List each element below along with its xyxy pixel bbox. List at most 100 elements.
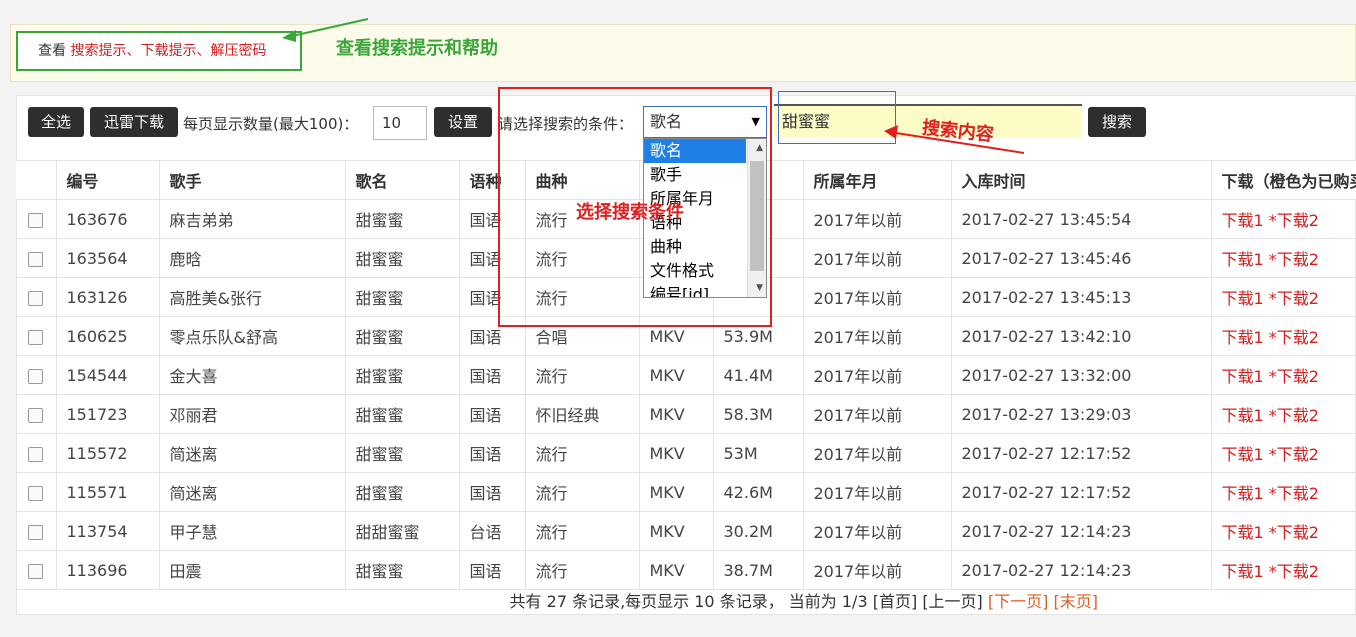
cell-genre: 流行 (525, 433, 640, 473)
table-row: 151723 邓丽君 甜蜜蜜 国语 怀旧经典 MKV 58.3M 2017年以前 2017-02… (16, 394, 1356, 434)
row-checkbox[interactable] (28, 212, 44, 228)
row-checkbox-cell (16, 277, 57, 317)
download-1-link[interactable]: 下载1 (1222, 289, 1264, 308)
cell-year-month: 2017年以前 (803, 472, 952, 512)
cell-singer: 高胜美&张行 (159, 277, 346, 317)
select-all-button[interactable]: 全选 (28, 107, 84, 137)
download-2-link[interactable]: *下载2 (1269, 328, 1319, 347)
help-links[interactable]: 搜索提示、下载提示、解压密码 (70, 43, 266, 59)
search-button[interactable]: 搜索 (1088, 107, 1146, 137)
pager-next[interactable]: [下一页] (988, 592, 1049, 611)
cell-song: 甜蜜蜜 (345, 433, 460, 473)
row-checkbox-cell (16, 472, 57, 512)
download-1-link[interactable]: 下载1 (1222, 211, 1264, 230)
header-song: 歌名 (345, 160, 460, 200)
cell-language: 国语 (459, 355, 526, 395)
cell-download: 下载1 *下载2 (1211, 316, 1356, 356)
help-annotation: 查看搜索提示和帮助 (336, 38, 498, 59)
row-checkbox-cell (16, 511, 57, 551)
download-2-link[interactable]: *下载2 (1269, 445, 1319, 464)
row-checkbox[interactable] (28, 368, 44, 384)
row-checkbox[interactable] (28, 524, 44, 540)
download-1-link[interactable]: 下载1 (1222, 406, 1264, 425)
download-1-link[interactable]: 下载1 (1222, 250, 1264, 269)
cell-song: 甜蜜蜜 (345, 355, 460, 395)
cell-singer: 甲子慧 (159, 511, 346, 551)
header-added-time: 入库时间 (951, 160, 1212, 200)
cell-format: MKV (639, 550, 714, 590)
download-1-link[interactable]: 下载1 (1222, 484, 1264, 503)
row-checkbox[interactable] (28, 485, 44, 501)
cell-download: 下载1 *下载2 (1211, 238, 1356, 278)
cell-year-month: 2017年以前 (803, 238, 952, 278)
cell-language: 国语 (459, 394, 526, 434)
cell-id: 113754 (56, 511, 160, 551)
pager-first[interactable]: [首页] (873, 592, 918, 611)
pager-last[interactable]: [末页] (1054, 592, 1099, 611)
row-checkbox[interactable] (28, 290, 44, 306)
cell-added-time: 2017-02-27 12:14:23 (951, 511, 1212, 551)
download-2-link[interactable]: *下载2 (1269, 484, 1319, 503)
download-1-link[interactable]: 下载1 (1222, 367, 1264, 386)
row-checkbox[interactable] (28, 563, 44, 579)
download-1-link[interactable]: 下载1 (1222, 562, 1264, 581)
cell-download: 下载1 *下载2 (1211, 433, 1356, 473)
table-row: 115572 简迷离 甜蜜蜜 国语 流行 MKV 53M 2017年以前 2017-02-27 … (16, 433, 1356, 473)
row-checkbox[interactable] (28, 329, 44, 345)
page-size-input[interactable]: 10 (373, 106, 427, 140)
download-2-link[interactable]: *下载2 (1269, 367, 1319, 386)
pager-prev[interactable]: [上一页] (922, 592, 983, 611)
cell-download: 下载1 *下载2 (1211, 472, 1356, 512)
row-checkbox-cell (16, 238, 57, 278)
row-checkbox[interactable] (28, 251, 44, 267)
download-2-link[interactable]: *下载2 (1269, 406, 1319, 425)
cell-added-time: 2017-02-27 13:45:46 (951, 238, 1212, 278)
header-checkbox-cell (16, 160, 57, 200)
row-checkbox-cell (16, 355, 57, 395)
cell-song: 甜蜜蜜 (345, 277, 460, 317)
page-size-label: 每页显示数量(最大100)： (183, 115, 359, 133)
cell-download: 下载1 *下载2 (1211, 394, 1356, 434)
table-row: 113754 甲子慧 甜甜蜜蜜 台语 流行 MKV 30.2M 2017年以前 2017-02-… (16, 511, 1356, 551)
cell-format: MKV (639, 433, 714, 473)
row-checkbox-cell (16, 550, 57, 590)
cell-singer: 麻吉弟弟 (159, 199, 346, 239)
cell-format: MKV (639, 511, 714, 551)
cell-format: MKV (639, 472, 714, 512)
cell-download: 下载1 *下载2 (1211, 355, 1356, 395)
table-row: 115571 简迷离 甜蜜蜜 国语 流行 MKV 42.6M 2017年以前 2017-02-2… (16, 472, 1356, 512)
cell-genre: 流行 (525, 472, 640, 512)
cell-singer: 田震 (159, 550, 346, 590)
download-1-link[interactable]: 下载1 (1222, 445, 1264, 464)
cell-year-month: 2017年以前 (803, 316, 952, 356)
cell-song: 甜蜜蜜 (345, 316, 460, 356)
cell-singer: 简迷离 (159, 433, 346, 473)
download-2-link[interactable]: *下载2 (1269, 523, 1319, 542)
download-1-link[interactable]: 下载1 (1222, 328, 1264, 347)
cell-size: 38.7M (713, 550, 804, 590)
cell-year-month: 2017年以前 (803, 277, 952, 317)
header-year-month: 所属年月 (803, 160, 952, 200)
pagination: 共有 27 条记录,每页显示 10 条记录， 当前为 1/3 [首页] [上一页… (16, 588, 1098, 612)
cell-id: 154544 (56, 355, 160, 395)
cell-added-time: 2017-02-27 13:29:03 (951, 394, 1212, 434)
cell-added-time: 2017-02-27 13:32:00 (951, 355, 1212, 395)
cell-language: 国语 (459, 472, 526, 512)
download-2-link[interactable]: *下载2 (1269, 562, 1319, 581)
cell-genre: 流行 (525, 355, 640, 395)
set-button[interactable]: 设置 (434, 107, 492, 137)
row-checkbox[interactable] (28, 446, 44, 462)
cell-added-time: 2017-02-27 13:45:13 (951, 277, 1212, 317)
header-download: 下载（橙色为已购买 (1211, 160, 1356, 200)
search-content-highlight (778, 91, 896, 144)
cell-song: 甜蜜蜜 (345, 394, 460, 434)
download-2-link[interactable]: *下载2 (1269, 211, 1319, 230)
row-checkbox[interactable] (28, 407, 44, 423)
download-1-link[interactable]: 下载1 (1222, 523, 1264, 542)
download-2-link[interactable]: *下载2 (1269, 289, 1319, 308)
download-2-link[interactable]: *下载2 (1269, 250, 1319, 269)
cell-id: 163676 (56, 199, 160, 239)
thunder-download-button[interactable]: 迅雷下载 (90, 107, 178, 137)
cell-download: 下载1 *下载2 (1211, 199, 1356, 239)
cell-download: 下载1 *下载2 (1211, 550, 1356, 590)
